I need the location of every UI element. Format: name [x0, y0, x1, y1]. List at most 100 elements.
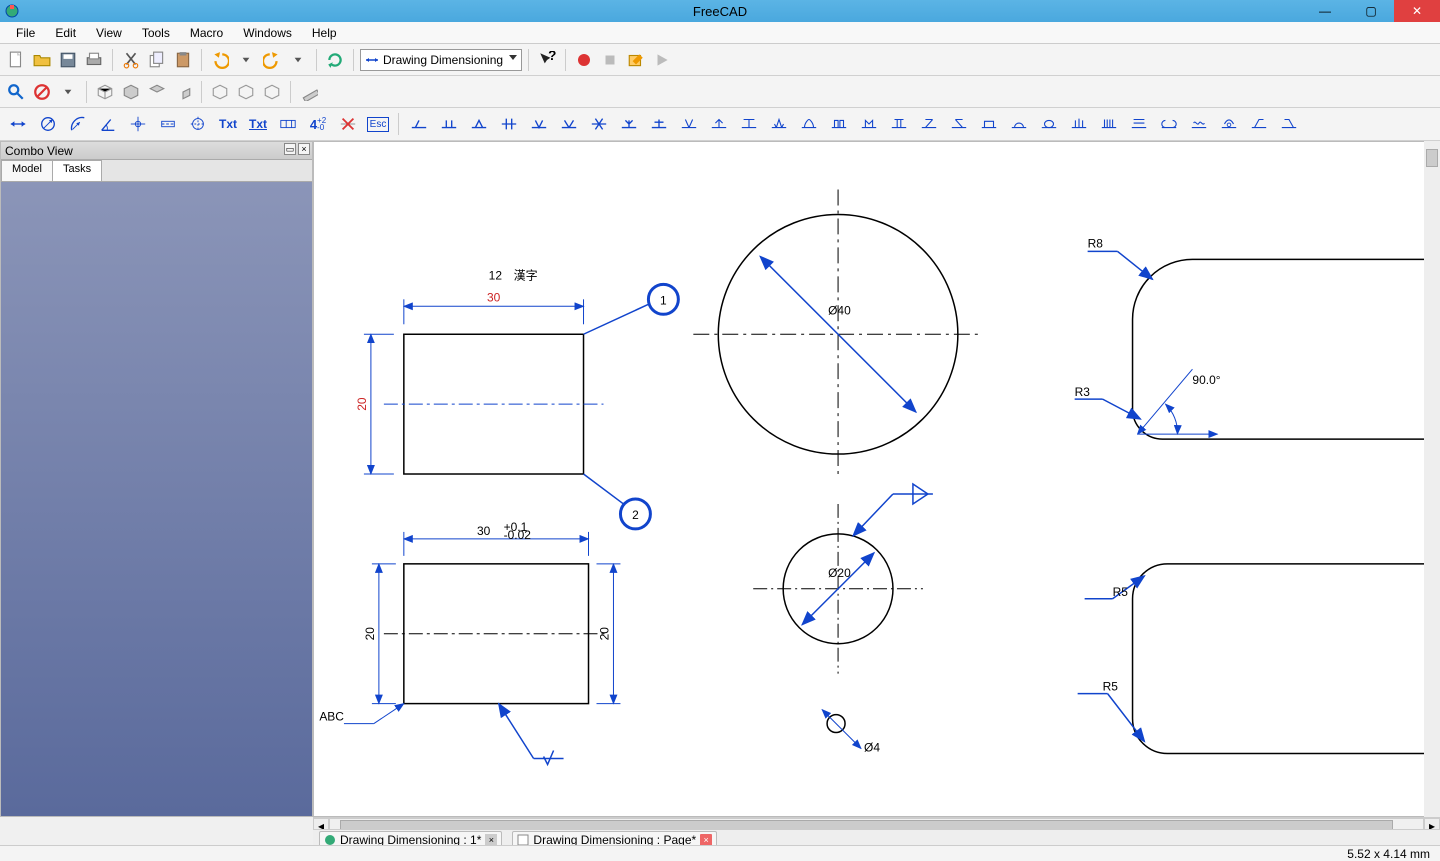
cut-icon[interactable]	[119, 48, 143, 72]
weld-21-icon[interactable]	[1005, 112, 1033, 136]
tab-close-icon[interactable]: ×	[485, 834, 497, 846]
delete-dim-icon[interactable]	[334, 112, 362, 136]
weld-17-icon[interactable]	[885, 112, 913, 136]
undo-icon[interactable]	[208, 48, 232, 72]
drawing-viewport[interactable]: 30 20 12 漢字 1 2 30 +0.1 -0.02 20 20	[313, 141, 1440, 817]
menu-windows[interactable]: Windows	[233, 24, 302, 42]
workbench-selector-label: Drawing Dimensioning	[383, 53, 503, 67]
combo-float-button[interactable]: ▭	[284, 143, 296, 155]
weld-22-icon[interactable]	[1035, 112, 1063, 136]
view-top-icon[interactable]	[145, 80, 169, 104]
vertical-scrollbar[interactable]	[1424, 141, 1440, 817]
weld-29-icon[interactable]	[1245, 112, 1273, 136]
menu-file[interactable]: File	[6, 24, 45, 42]
draw-style-icon[interactable]	[30, 80, 54, 104]
dim-center-icon[interactable]	[124, 112, 152, 136]
svg-text:20: 20	[597, 627, 611, 641]
weld-20-icon[interactable]	[975, 112, 1003, 136]
weld-4-icon[interactable]	[495, 112, 523, 136]
copy-icon[interactable]	[145, 48, 169, 72]
weld-28-icon[interactable]	[1215, 112, 1243, 136]
weld-13-icon[interactable]	[765, 112, 793, 136]
dim-angle-icon[interactable]	[94, 112, 122, 136]
weld-23-icon[interactable]	[1065, 112, 1093, 136]
weld-27-icon[interactable]	[1185, 112, 1213, 136]
menu-edit[interactable]: Edit	[45, 24, 86, 42]
view-left-icon[interactable]	[260, 80, 284, 104]
view-rear-icon[interactable]	[208, 80, 232, 104]
macro-edit-icon[interactable]	[624, 48, 648, 72]
weld-8-icon[interactable]	[615, 112, 643, 136]
toolbar-view	[0, 76, 1440, 108]
redo-dropdown-icon[interactable]	[286, 48, 310, 72]
weld-24-icon[interactable]	[1095, 112, 1123, 136]
whatsthis-icon[interactable]: ?	[535, 48, 559, 72]
open-file-icon[interactable]	[30, 48, 54, 72]
menu-tools[interactable]: Tools	[132, 24, 180, 42]
weld-16-icon[interactable]	[855, 112, 883, 136]
menu-macro[interactable]: Macro	[180, 24, 233, 42]
weld-12-icon[interactable]	[735, 112, 763, 136]
weld-1-icon[interactable]	[405, 112, 433, 136]
combo-tab-model[interactable]: Model	[1, 160, 53, 181]
svg-text:?: ?	[548, 51, 556, 63]
svg-text:R8: R8	[1088, 236, 1104, 250]
paste-icon[interactable]	[171, 48, 195, 72]
measure-icon[interactable]	[297, 80, 321, 104]
macro-stop-icon[interactable]	[598, 48, 622, 72]
weld-18-icon[interactable]	[915, 112, 943, 136]
svg-text:Ø4: Ø4	[864, 741, 880, 755]
menu-help[interactable]: Help	[302, 24, 347, 42]
note-text-icon[interactable]: Txt	[214, 112, 242, 136]
weld-30-icon[interactable]	[1275, 112, 1303, 136]
menu-view[interactable]: View	[86, 24, 132, 42]
combo-close-button[interactable]: ×	[298, 143, 310, 155]
view-bottom-icon[interactable]	[234, 80, 258, 104]
weld-5-icon[interactable]	[525, 112, 553, 136]
weld-9-icon[interactable]	[645, 112, 673, 136]
svg-text:1: 1	[660, 293, 667, 307]
view-iso-icon[interactable]	[93, 80, 117, 104]
save-icon[interactable]	[56, 48, 80, 72]
weld-14-icon[interactable]	[795, 112, 823, 136]
dim-linear-icon[interactable]	[4, 112, 32, 136]
weld-7-icon[interactable]	[585, 112, 613, 136]
dim-circle-center-icon[interactable]	[184, 112, 212, 136]
tab-close-icon[interactable]: ×	[700, 834, 712, 846]
window-maximize-button[interactable]: ▢	[1348, 0, 1394, 22]
window-minimize-button[interactable]: —	[1302, 0, 1348, 22]
weld-25-icon[interactable]	[1125, 112, 1153, 136]
undo-dropdown-icon[interactable]	[234, 48, 258, 72]
menu-bar: File Edit View Tools Macro Windows Help	[0, 22, 1440, 44]
svg-text:R5: R5	[1103, 680, 1119, 694]
macro-play-icon[interactable]	[650, 48, 674, 72]
weld-3-icon[interactable]	[465, 112, 493, 136]
combo-tab-tasks[interactable]: Tasks	[52, 160, 102, 181]
window-close-button[interactable]: ✕	[1394, 0, 1440, 22]
zoom-fit-icon[interactable]	[4, 80, 28, 104]
draw-style-dropdown-icon[interactable]	[56, 80, 80, 104]
dim-circle-icon[interactable]	[34, 112, 62, 136]
weld-15-icon[interactable]	[825, 112, 853, 136]
weld-11-icon[interactable]	[705, 112, 733, 136]
tolerance-icon[interactable]	[274, 112, 302, 136]
svg-text:30: 30	[487, 290, 501, 304]
dim-radius-icon[interactable]	[64, 112, 92, 136]
new-file-icon[interactable]	[4, 48, 28, 72]
weld-26-icon[interactable]	[1155, 112, 1183, 136]
view-right-icon[interactable]	[171, 80, 195, 104]
add-tolerance-icon[interactable]: 4+2-0	[304, 112, 332, 136]
print-icon[interactable]	[82, 48, 106, 72]
dim-centerline-icon[interactable]	[154, 112, 182, 136]
refresh-icon[interactable]	[323, 48, 347, 72]
workbench-selector[interactable]: Drawing Dimensioning	[360, 49, 522, 71]
weld-19-icon[interactable]	[945, 112, 973, 136]
redo-icon[interactable]	[260, 48, 284, 72]
note-leader-icon[interactable]: Txt	[244, 112, 272, 136]
weld-10-icon[interactable]	[675, 112, 703, 136]
escape-icon[interactable]: Esc	[364, 112, 392, 136]
macro-record-icon[interactable]	[572, 48, 596, 72]
weld-6-icon[interactable]	[555, 112, 583, 136]
weld-2-icon[interactable]	[435, 112, 463, 136]
view-front-icon[interactable]	[119, 80, 143, 104]
